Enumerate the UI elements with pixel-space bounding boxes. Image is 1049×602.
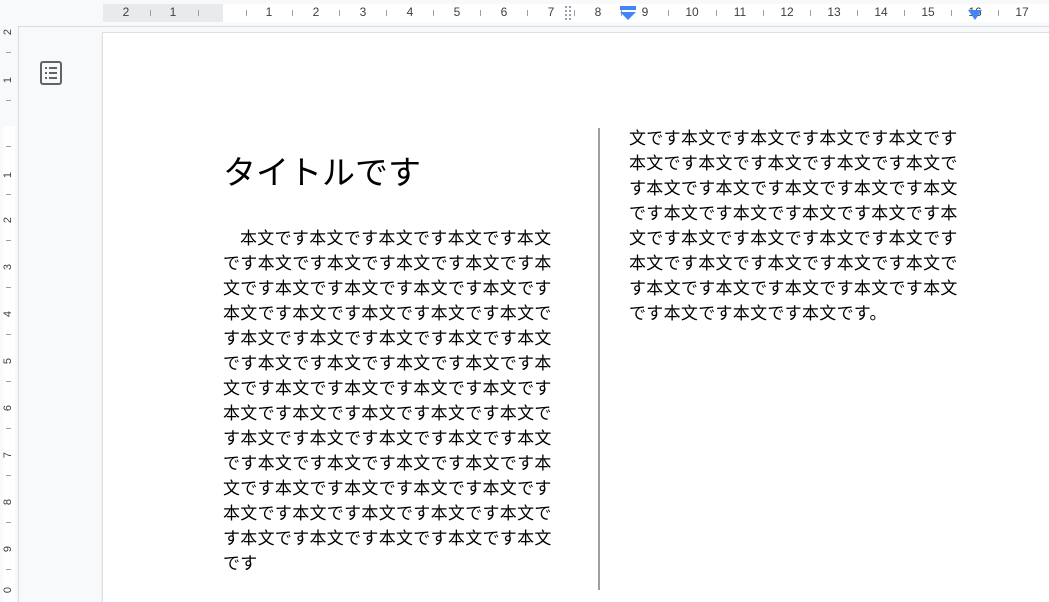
ruler-tick: [339, 10, 340, 16]
ruler-tick: [810, 10, 811, 16]
right-indent-icon[interactable]: [967, 9, 983, 21]
ruler-number: 14: [874, 5, 888, 19]
ruler-number: 0: [2, 586, 14, 594]
ruler-number: 1: [2, 76, 14, 84]
ruler-tick: [6, 287, 11, 288]
document-page[interactable]: タイトルです 本文です本文です本文です本文です本文です本文です本文です本文です本…: [103, 33, 1049, 602]
ruler-number: 13: [827, 5, 841, 19]
ruler-number: 7: [547, 5, 555, 19]
ruler-tick: [574, 10, 575, 16]
ruler-tick: [292, 10, 293, 16]
ruler-number: 12: [780, 5, 794, 19]
ruler-number: 4: [406, 5, 414, 19]
ruler-number: 7: [2, 451, 14, 459]
ruler-tick: [951, 10, 952, 16]
ruler-tick: [480, 10, 481, 16]
ruler-number: 5: [2, 357, 14, 365]
column-gap-handle-icon[interactable]: [565, 6, 571, 20]
body-paragraph[interactable]: 本文です本文です本文です本文です本文です本文です本文です本文です本文です本文です…: [223, 227, 555, 577]
ruler-tick: [6, 428, 11, 429]
ruler-tick: [6, 52, 11, 53]
ruler-number: 1: [265, 5, 273, 19]
ruler-number: 2: [312, 5, 320, 19]
ruler-tick: [150, 10, 151, 16]
ruler-tick: [6, 381, 11, 382]
ruler-tick: [6, 240, 11, 241]
indent-marker-icon[interactable]: [619, 5, 637, 21]
ruler-number: 8: [2, 498, 14, 506]
ruler-number: 1: [2, 171, 14, 179]
ruler-tick: [246, 10, 247, 16]
ruler-number: 2: [122, 5, 130, 19]
ruler-tick: [904, 10, 905, 16]
ruler-tick: [6, 569, 11, 570]
ruler-number: 9: [2, 545, 14, 553]
ruler-tick: [6, 334, 11, 335]
column-divider: [598, 128, 600, 590]
ruler-tick: [6, 475, 11, 476]
ruler-number: 1: [169, 5, 177, 19]
ruler-number: 6: [2, 404, 14, 412]
ruler-number: 3: [359, 5, 367, 19]
ruler-tick: [857, 10, 858, 16]
ruler-number: 2: [2, 216, 14, 224]
ruler-number: 8: [594, 5, 602, 19]
vertical-ruler[interactable]: 2 1 1 2 3 4 5 6 7 8 9 0: [0, 26, 19, 602]
document-outline-icon: [40, 61, 62, 85]
ruler-left-margin: [103, 4, 223, 22]
ruler-tick: [527, 10, 528, 16]
ruler-number: 4: [2, 310, 14, 318]
ruler-tick: [668, 10, 669, 16]
ruler-tick: [998, 10, 999, 16]
ruler-number: 5: [453, 5, 461, 19]
ruler-number: 10: [685, 5, 699, 19]
ruler-number: 17: [1015, 5, 1029, 19]
ruler-tick: [716, 10, 717, 16]
ruler-tick: [198, 10, 199, 16]
text-column-1[interactable]: タイトルです 本文です本文です本文です本文です本文です本文です本文です本文です本…: [223, 153, 555, 577]
ruler-tick: [6, 194, 11, 195]
ruler-number: 15: [921, 5, 935, 19]
ruler-number: 6: [500, 5, 508, 19]
document-title[interactable]: タイトルです: [223, 153, 555, 193]
ruler-number: 2: [2, 28, 14, 36]
ruler-tick: [6, 146, 11, 147]
ruler-tick: [763, 10, 764, 16]
ruler-tick: [386, 10, 387, 16]
ruler-number: 3: [2, 263, 14, 271]
ruler-number: 9: [641, 5, 649, 19]
body-paragraph-continued[interactable]: 文です本文です本文です本文です本文です本文です本文です本文です本文です本文です本…: [629, 127, 961, 327]
horizontal-ruler[interactable]: 2 1 1 2 3 4 5 6 7 8 9 10 11 12 13 14 15 …: [0, 0, 1049, 27]
document-outline-button[interactable]: [36, 58, 66, 88]
ruler-number: 11: [733, 5, 747, 19]
text-column-2[interactable]: 文です本文です本文です本文です本文です本文です本文です本文です本文です本文です本…: [629, 127, 961, 327]
ruler-tick: [433, 10, 434, 16]
ruler-tick: [6, 100, 11, 101]
ruler-tick: [6, 522, 11, 523]
